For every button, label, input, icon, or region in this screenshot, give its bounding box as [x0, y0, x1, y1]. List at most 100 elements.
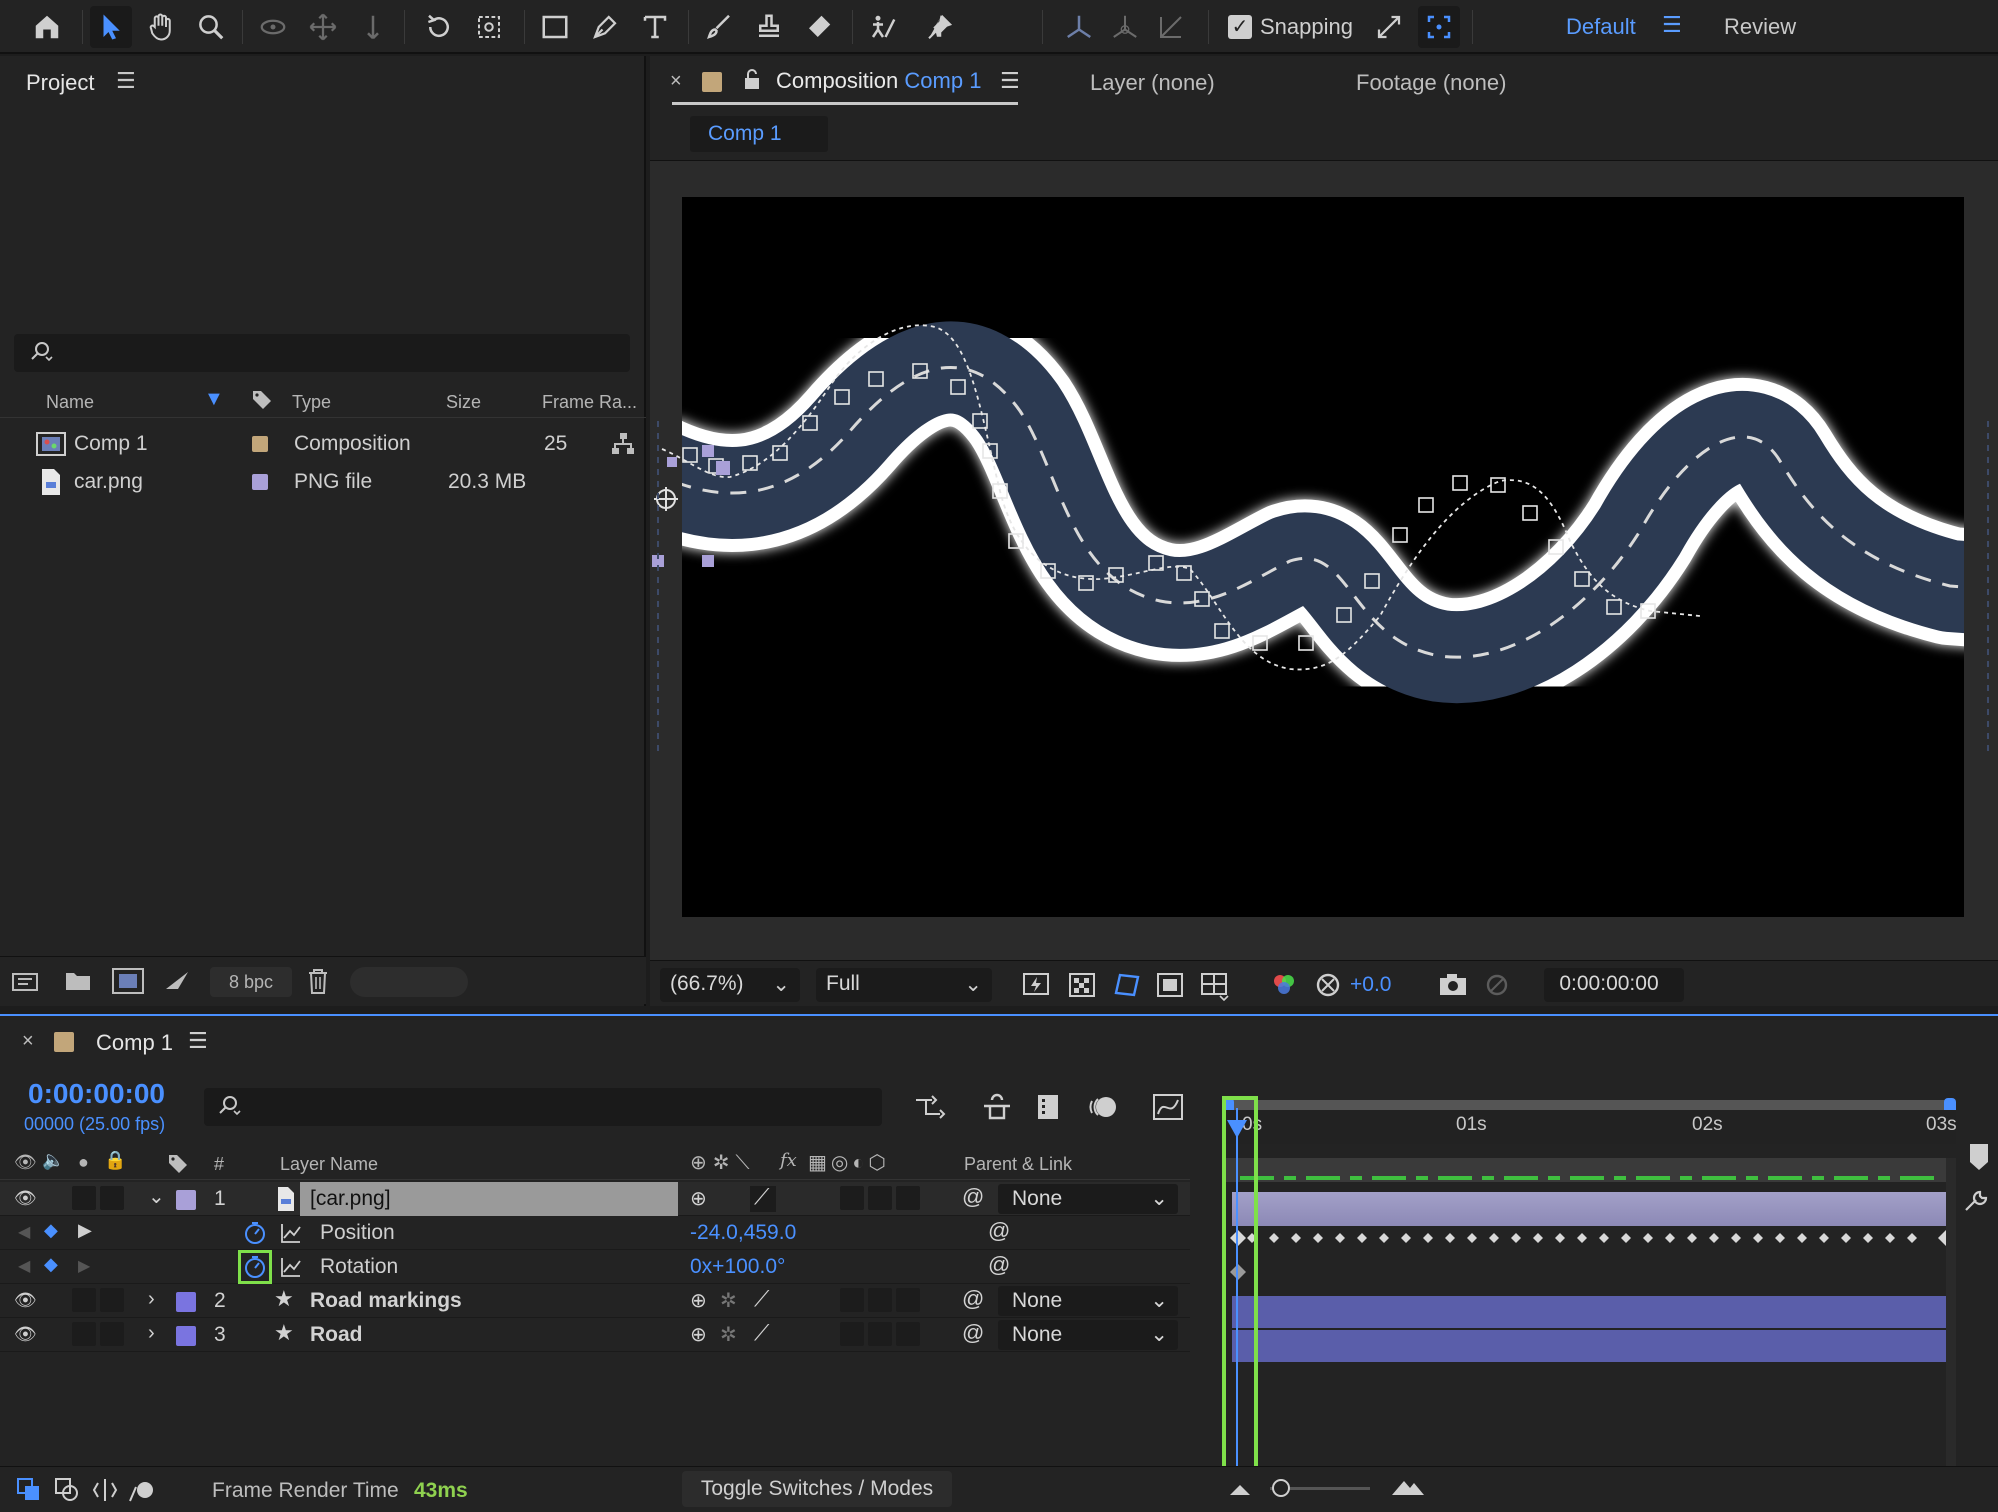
anchor-point-tool-icon[interactable] [468, 6, 510, 48]
project-item-comp[interactable]: Comp 1 Composition 25 [0, 426, 646, 462]
chevron-right-icon[interactable]: › [148, 1288, 155, 1311]
time-graph-scrollbar[interactable] [1946, 1158, 1956, 1478]
zoom-dropdown[interactable]: (66.7%) ⌄ [660, 968, 800, 1002]
position-keyframe-diamond[interactable] [1819, 1233, 1829, 1243]
switch-cell[interactable] [868, 1288, 892, 1312]
column-size[interactable]: Size [446, 392, 481, 413]
lock-icon[interactable] [742, 68, 762, 92]
project-item-png[interactable]: car.png PNG file 20.3 MB [0, 464, 646, 500]
timeline-wrench-icon[interactable] [1962, 1186, 1992, 1216]
motion-keyframe[interactable] [1452, 475, 1468, 491]
flowchart-icon[interactable] [610, 432, 636, 456]
quality-slash-icon[interactable]: ⟋ [754, 1286, 769, 1312]
panel-menu-icon[interactable]: ☰ [1000, 68, 1020, 94]
shy-switch-icon[interactable]: ⊕ [690, 1186, 707, 1211]
new-composition-icon[interactable] [112, 967, 144, 995]
reset-exposure-icon[interactable] [1314, 971, 1344, 999]
eye-icon[interactable]: 👁 [14, 1290, 37, 1311]
layer-name[interactable]: Road [310, 1323, 363, 1347]
switch-cell[interactable] [896, 1288, 920, 1312]
sort-arrow-icon[interactable]: ▼ [204, 388, 224, 411]
add-keyframe-icon[interactable]: ◆ [44, 1254, 58, 1275]
position-keyframe-diamond[interactable] [1643, 1233, 1653, 1243]
position-keyframe-diamond[interactable] [1709, 1233, 1719, 1243]
position-keyframe-diamond[interactable] [1731, 1233, 1741, 1243]
column-parent-link[interactable]: Parent & Link [964, 1154, 1072, 1175]
eye-icon[interactable]: 👁 [14, 1324, 37, 1345]
position-keyframe-diamond[interactable] [1797, 1233, 1807, 1243]
motion-keyframe[interactable] [1522, 505, 1538, 521]
trash-icon[interactable] [306, 967, 330, 995]
quality-slash-icon[interactable]: ⟋ [754, 1320, 769, 1346]
layer-label-swatch[interactable] [176, 1292, 196, 1312]
parent-dropdown[interactable]: None ⌄ [998, 1286, 1178, 1316]
roto-brush-tool-icon[interactable] [862, 6, 904, 48]
position-keyframe-diamond[interactable] [1775, 1233, 1785, 1243]
snapping-checkbox[interactable]: ✓ [1228, 15, 1252, 39]
render-queue-icon[interactable] [164, 969, 192, 993]
solo-toggle[interactable] [72, 1322, 96, 1346]
rectangle-tool-icon[interactable] [534, 6, 576, 48]
composition-mini-flowchart-icon[interactable] [914, 1092, 948, 1122]
layer-row-3[interactable]: 👁 › 3 ★ Road ⊕ ✲ ⟋ @ None ⌄ [0, 1318, 1190, 1352]
position-keyframe-diamond[interactable] [1841, 1233, 1851, 1243]
position-keyframe-diamond[interactable] [1753, 1233, 1763, 1243]
workspace-menu-icon[interactable]: ☰ [1662, 12, 1682, 38]
rotate-tool-icon[interactable] [418, 6, 460, 48]
pen-tool-icon[interactable] [584, 6, 626, 48]
panel-menu-icon[interactable]: ☰ [116, 68, 136, 94]
draft-3d-icon[interactable] [980, 1092, 1014, 1122]
clone-stamp-tool-icon[interactable] [748, 6, 790, 48]
pick-whip-icon[interactable]: @ [962, 1320, 984, 1346]
position-keyframe-diamond[interactable] [1555, 1233, 1565, 1243]
position-keyframe-diamond[interactable] [1489, 1233, 1499, 1243]
resolution-dropdown[interactable]: Full ⌄ [816, 968, 992, 1002]
new-folder-icon[interactable] [64, 969, 92, 993]
layer-row-2[interactable]: 👁 › 2 ★ Road markings ⊕ ✲ ⟋ @ None ⌄ [0, 1284, 1190, 1318]
puppet-pin-tool-icon[interactable] [918, 6, 960, 48]
position-keyframe-diamond[interactable] [1665, 1233, 1675, 1243]
shy-switch-icon[interactable]: ⊕ [690, 1322, 707, 1347]
position-keyframe-diamond[interactable] [1533, 1233, 1543, 1243]
motion-keyframe[interactable] [1298, 635, 1314, 651]
pan-camera-icon[interactable] [302, 6, 344, 48]
workspace-default[interactable]: Default [1566, 14, 1636, 40]
composition-viewer[interactable] [650, 160, 1998, 960]
exposure-value[interactable]: +0.0 [1350, 973, 1391, 997]
comp-navigator-tab[interactable]: Comp 1 [690, 116, 828, 152]
chevron-right-icon[interactable]: › [148, 1322, 155, 1345]
grid-guides-icon[interactable] [1198, 971, 1232, 1001]
switch-cell[interactable] [868, 1322, 892, 1346]
label-swatch[interactable] [252, 436, 268, 452]
layer-handle[interactable] [667, 457, 677, 467]
layer-bar-2[interactable] [1232, 1296, 1946, 1328]
pick-whip-icon[interactable]: @ [988, 1218, 1010, 1244]
position-keyframe-diamond[interactable] [1511, 1233, 1521, 1243]
show-snapshot-icon[interactable] [1482, 971, 1512, 999]
render-time-pane-icon[interactable] [128, 1477, 156, 1503]
column-frame-rate[interactable]: Frame Ra... [542, 392, 637, 413]
hide-shy-layers-icon[interactable] [1034, 1092, 1064, 1122]
type-tool-icon[interactable] [634, 6, 676, 48]
position-keyframe-diamond[interactable] [1621, 1233, 1631, 1243]
layer-bar-1[interactable] [1232, 1192, 1946, 1226]
position-keyframe-diamond[interactable] [1379, 1233, 1389, 1243]
layer-handle[interactable] [702, 445, 714, 457]
local-axis-mode-icon[interactable] [1058, 6, 1100, 48]
close-tab-icon[interactable]: × [22, 1030, 34, 1053]
comp-marker-bin-icon[interactable] [1966, 1142, 1992, 1172]
workspace-review[interactable]: Review [1724, 14, 1796, 40]
orbit-camera-icon[interactable] [252, 6, 294, 48]
motion-keyframe[interactable] [1418, 497, 1434, 513]
switch-cell[interactable] [868, 1186, 892, 1210]
time-zoom-slider-thumb[interactable] [1272, 1479, 1290, 1497]
current-timecode[interactable]: 0:00:00:00 [28, 1078, 165, 1110]
layer-name[interactable]: Road markings [310, 1289, 462, 1313]
timeline-search-input[interactable] [204, 1088, 882, 1126]
layer-handle[interactable] [702, 555, 714, 567]
pick-whip-icon[interactable]: @ [962, 1286, 984, 1312]
chevron-down-icon[interactable]: ⌄ [148, 1184, 165, 1209]
world-axis-mode-icon[interactable] [1104, 6, 1146, 48]
label-swatch[interactable] [252, 474, 268, 490]
parent-dropdown[interactable]: None ⌄ [998, 1184, 1178, 1214]
